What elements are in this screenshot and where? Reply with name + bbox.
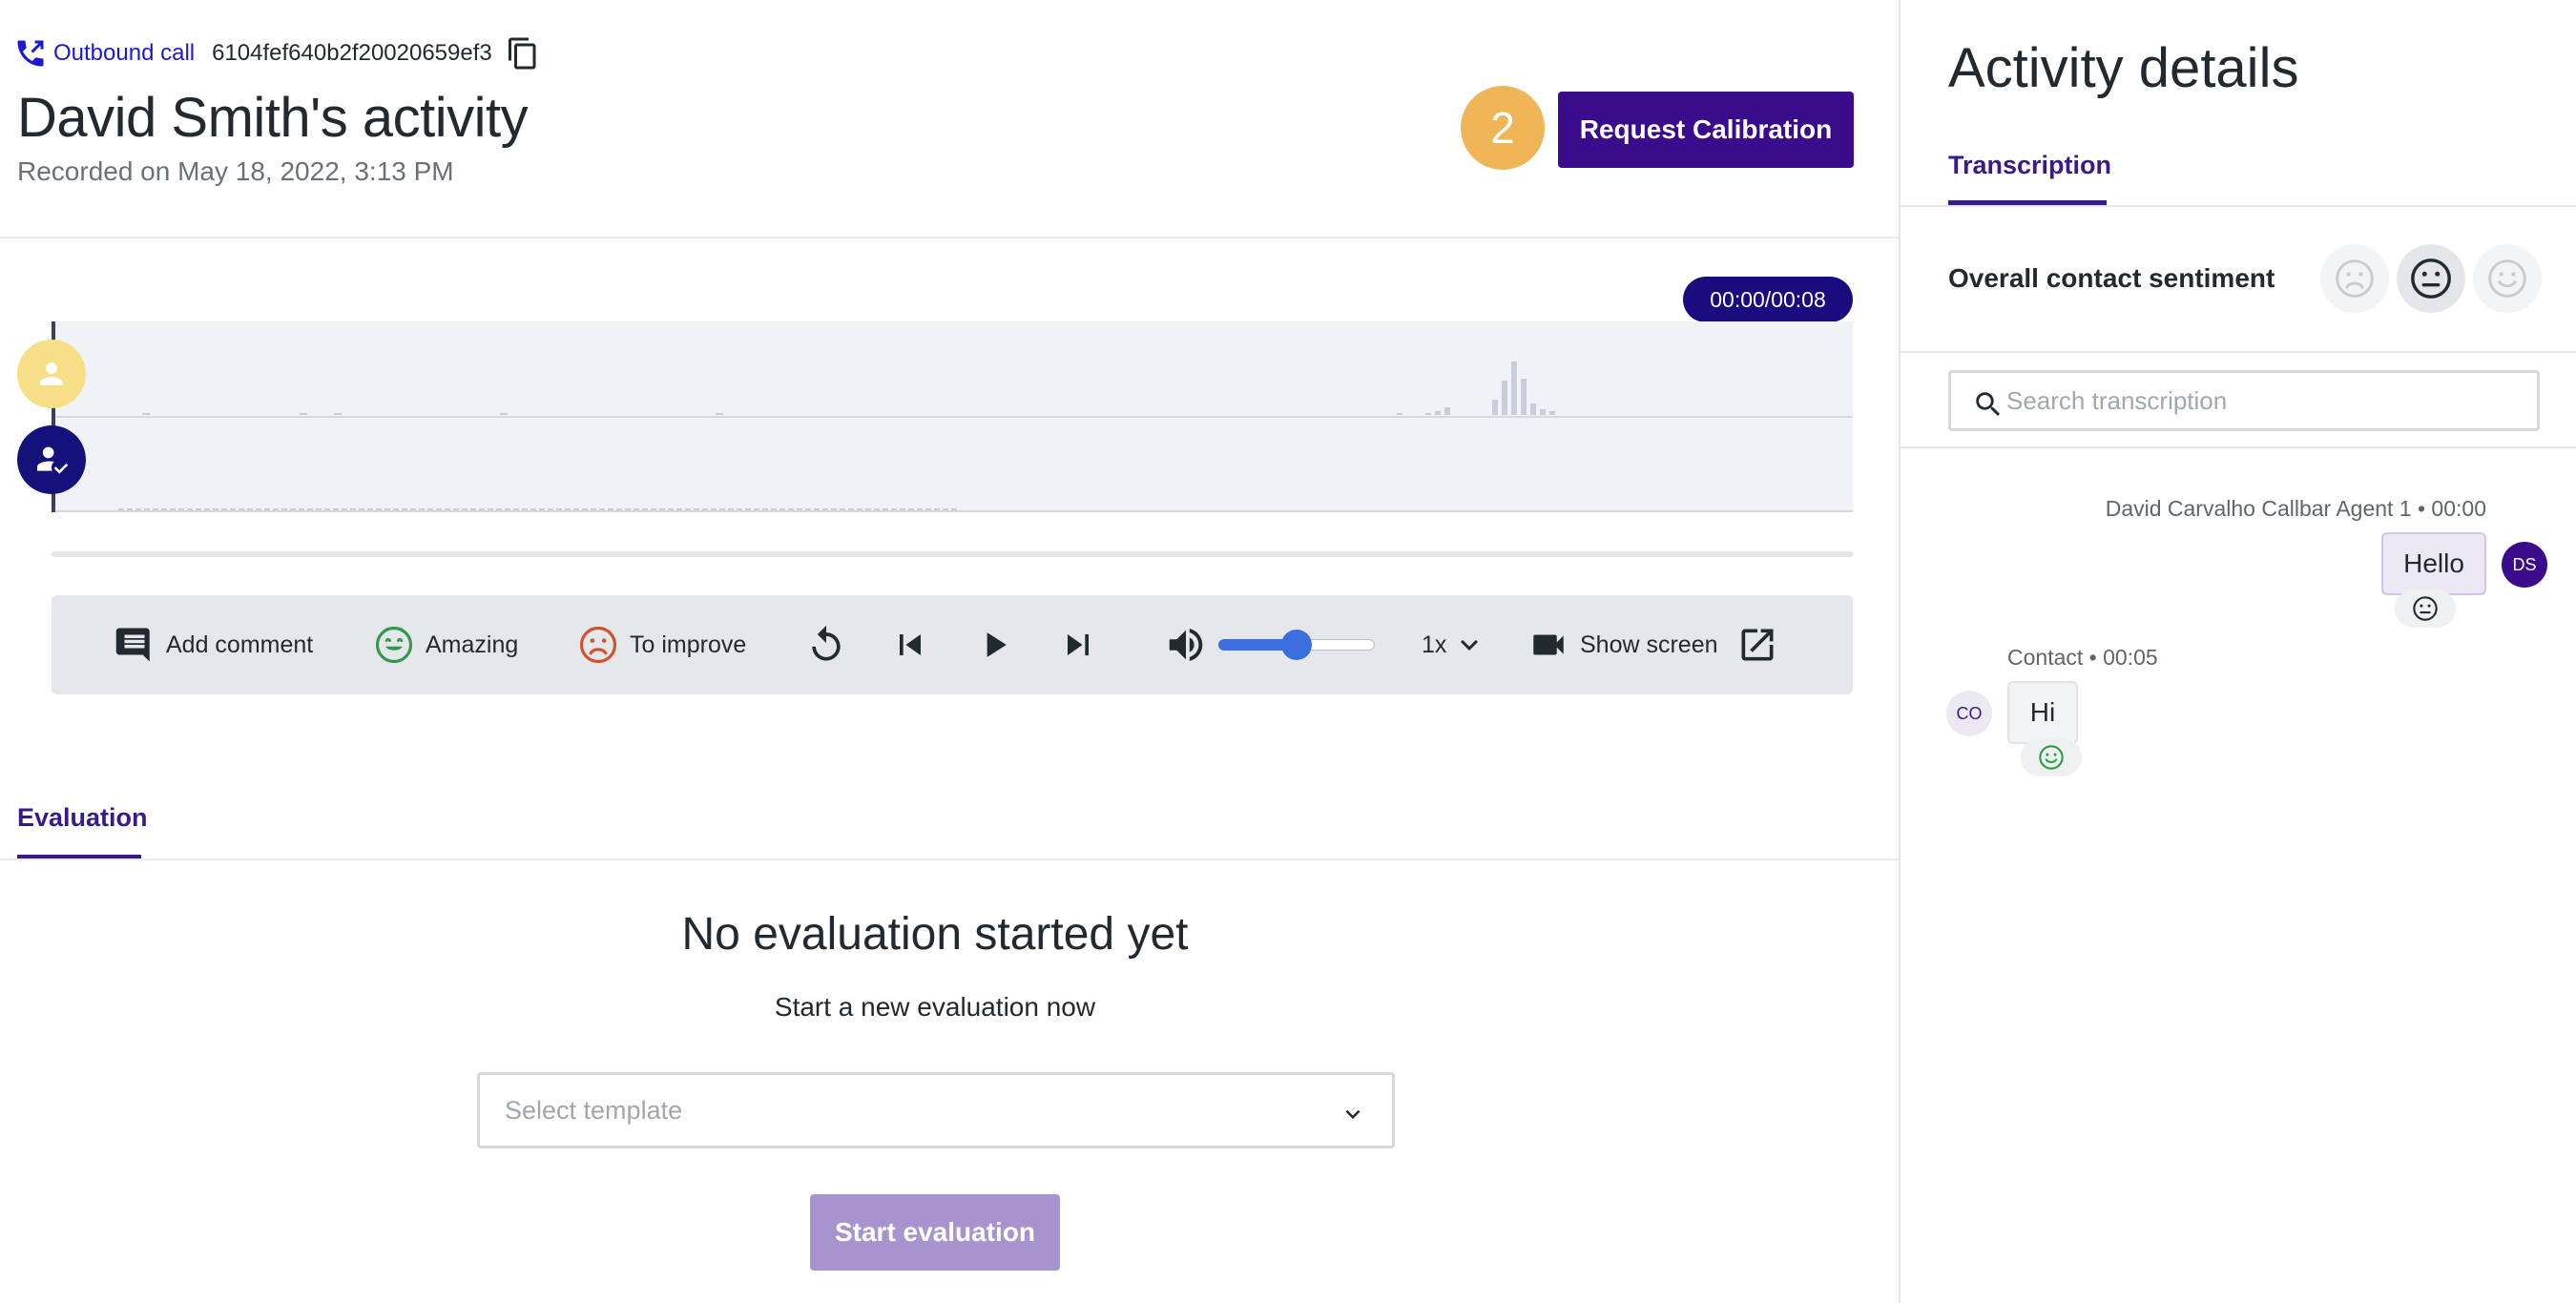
- skip-previous-button[interactable]: [889, 595, 931, 694]
- volume-icon: [1169, 629, 1203, 661]
- contact-avatar: CO: [1946, 691, 1992, 736]
- playback-progress[interactable]: [52, 551, 1853, 557]
- show-screen-label: Show screen: [1580, 631, 1718, 658]
- no-evaluation-title: No evaluation started yet: [681, 909, 1189, 960]
- show-screen-button[interactable]: Show screen: [1528, 595, 1718, 694]
- agent-check-icon: [37, 446, 69, 474]
- call-id: 6104fef640b2f20020659ef3: [212, 40, 492, 66]
- no-evaluation-subtitle: Start a new evaluation now: [774, 992, 1096, 1022]
- message-reaction-agent[interactable]: [2395, 589, 2456, 628]
- play-icon: [987, 632, 1007, 657]
- sentiment-neutral-option[interactable]: [2397, 244, 2465, 313]
- amazing-label: Amazing: [426, 631, 519, 658]
- neutral-face-icon: [2413, 596, 2438, 621]
- happy-face-icon: [2488, 259, 2526, 298]
- details-tab-divider: [1901, 205, 2576, 207]
- sentiment-positive-option[interactable]: [2473, 244, 2542, 313]
- message-meta-agent: David Carvalho Callbar Agent 1 • 00:00: [2105, 496, 2486, 521]
- evaluation-divider: [0, 858, 1899, 860]
- person-icon: [40, 362, 63, 385]
- sentiment-negative-option[interactable]: [2320, 244, 2389, 313]
- message-meta-contact: Contact • 00:05: [2007, 645, 2158, 670]
- search-transcription-input[interactable]: Search transcription: [1948, 370, 2540, 431]
- skip-next-button[interactable]: [1057, 595, 1099, 694]
- volume-slider-thumb[interactable]: [1281, 630, 1312, 660]
- agent-avatar: DS: [2502, 542, 2547, 588]
- amazing-button[interactable]: Amazing: [374, 595, 518, 694]
- contact-track-avatar: [17, 340, 86, 408]
- playback-speed-select[interactable]: 1x: [1422, 595, 1486, 694]
- outbound-call-icon: [13, 36, 48, 71]
- smile-icon: [375, 626, 413, 664]
- details-title: Activity details: [1948, 37, 2299, 99]
- tab-transcription[interactable]: Transcription: [1948, 151, 2111, 180]
- volume-button[interactable]: [1164, 595, 1208, 694]
- play-button[interactable]: [973, 595, 1015, 694]
- start-evaluation-button[interactable]: Start evaluation: [810, 1194, 1060, 1271]
- videocam-icon: [1533, 634, 1564, 655]
- search-transcription-placeholder: Search transcription: [2006, 385, 2228, 415]
- playback-speed-value: 1x: [1422, 631, 1447, 658]
- request-calibration-button[interactable]: Request Calibration: [1558, 92, 1854, 168]
- open-external-button[interactable]: [1736, 595, 1778, 694]
- calibration-count-badge: 2: [1461, 86, 1545, 170]
- add-comment-label: Add comment: [166, 631, 314, 658]
- agent-track-avatar: [17, 425, 86, 494]
- replay-icon: [812, 625, 841, 661]
- comment-icon: [115, 628, 150, 662]
- template-select[interactable]: Select template: [477, 1072, 1395, 1148]
- activity-details-pane: Activity details Transcription Overall c…: [1899, 0, 2576, 1303]
- search-icon: [1976, 392, 2001, 417]
- recorded-date: Recorded on May 18, 2022, 3:13 PM: [17, 156, 454, 186]
- page-title: David Smith's activity: [17, 87, 529, 149]
- header-divider: [0, 237, 1899, 238]
- tab-evaluation[interactable]: Evaluation: [17, 803, 148, 833]
- message-bubble-agent: Hello: [2381, 532, 2486, 595]
- neutral-face-icon: [2411, 259, 2451, 299]
- to-improve-button[interactable]: To improve: [578, 595, 746, 694]
- activity-main-pane: Outbound call 6104fef640b2f20020659ef3 D…: [0, 0, 1899, 1303]
- sad-face-icon: [2336, 259, 2374, 298]
- add-comment-button[interactable]: Add comment: [114, 595, 313, 694]
- replay-button[interactable]: [805, 595, 847, 694]
- sentiment-label: Overall contact sentiment: [1948, 263, 2275, 293]
- call-type-link[interactable]: Outbound call: [53, 40, 195, 67]
- playback-time: 00:00/00:08: [1683, 277, 1853, 322]
- copy-icon[interactable]: [506, 36, 540, 71]
- waveform-bottom-line: [52, 510, 1853, 512]
- skip-next-icon: [1068, 634, 1089, 655]
- message-bubble-contact: Hi: [2007, 681, 2078, 744]
- to-improve-label: To improve: [630, 631, 747, 658]
- open-external-icon: [1741, 629, 1774, 661]
- call-info-row: Outbound call 6104fef640b2f20020659ef3: [13, 34, 540, 72]
- chevron-down-icon: [1461, 639, 1479, 651]
- message-reaction-contact[interactable]: [2021, 738, 2082, 776]
- search-divider: [1901, 446, 2576, 448]
- sentiment-divider: [1901, 351, 2576, 353]
- waveform-track-divider: [52, 416, 1853, 418]
- happy-face-icon: [2039, 745, 2064, 770]
- skip-previous-icon: [900, 634, 921, 655]
- volume-slider[interactable]: [1218, 630, 1375, 660]
- chevron-down-icon: [1345, 1109, 1361, 1119]
- sad-icon: [579, 626, 617, 664]
- template-select-placeholder: Select template: [505, 1095, 683, 1125]
